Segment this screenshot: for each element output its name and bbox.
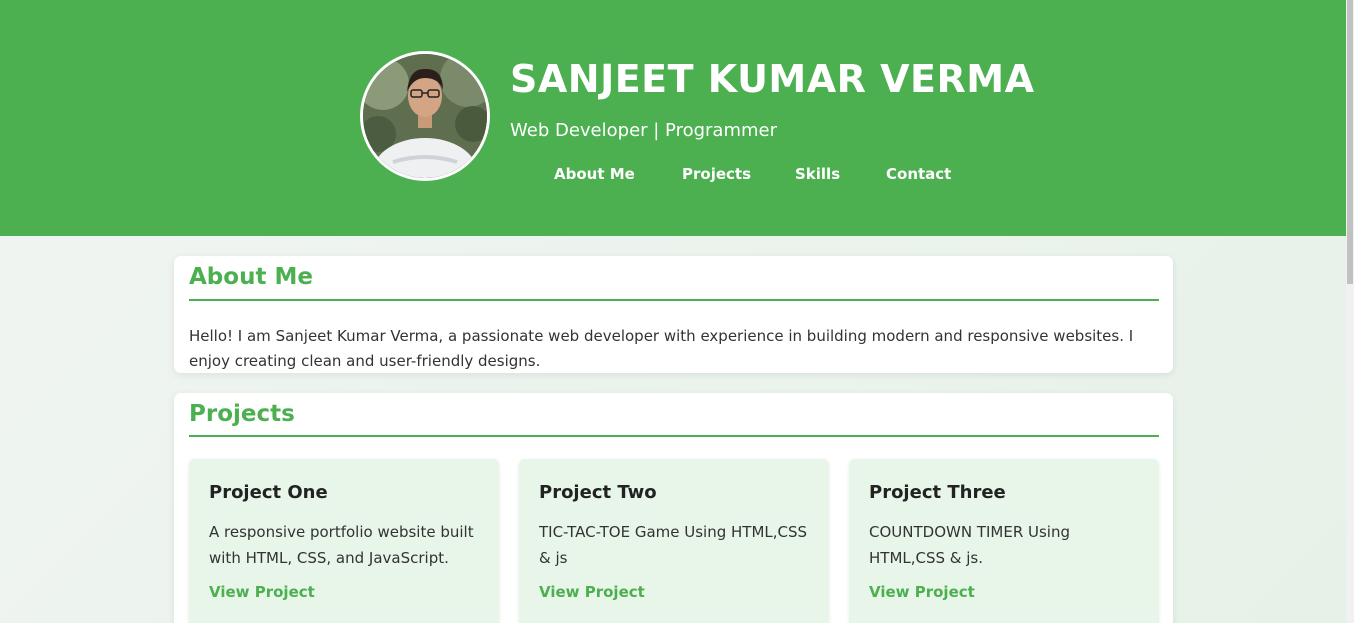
- view-project-link[interactable]: View Project: [869, 582, 975, 602]
- project-description: A responsive portfolio website built wit…: [209, 523, 474, 567]
- projects-section: Projects Project One A responsive portfo…: [174, 393, 1173, 623]
- view-project-link[interactable]: View Project: [539, 582, 645, 602]
- about-section: About Me Hello! I am Sanjeet Kumar Verma…: [174, 256, 1173, 373]
- project-title: Project One: [209, 482, 328, 503]
- vertical-scrollbar[interactable]: [1346, 0, 1354, 623]
- project-description: COUNTDOWN TIMER Using HTML,CSS & js.: [869, 523, 1071, 567]
- project-card: Project Three COUNTDOWN TIMER Using HTML…: [849, 459, 1159, 623]
- nav-link-about[interactable]: About Me: [554, 164, 635, 184]
- nav-link-skills[interactable]: Skills: [795, 164, 840, 184]
- project-card: Project Two TIC-TAC-TOE Game Using HTML,…: [519, 459, 829, 623]
- page-title: SANJEET KUMAR VERMA: [510, 57, 1035, 101]
- about-heading: About Me: [189, 264, 313, 290]
- project-title: Project Three: [869, 482, 1006, 503]
- project-description: TIC-TAC-TOE Game Using HTML,CSS & js: [539, 523, 808, 567]
- project-title: Project Two: [539, 482, 657, 503]
- nav-link-projects[interactable]: Projects: [682, 164, 751, 184]
- project-card: Project One A responsive portfolio websi…: [189, 459, 499, 623]
- tagline: Web Developer | Programmer: [510, 120, 778, 141]
- section-divider: [189, 299, 1159, 301]
- scrollbar-thumb[interactable]: [1347, 0, 1353, 284]
- site-header: SANJEET KUMAR VERMA Web Developer | Prog…: [0, 0, 1346, 236]
- about-text: Hello! I am Sanjeet Kumar Verma, a passi…: [189, 327, 1134, 370]
- nav-link-contact[interactable]: Contact: [886, 164, 951, 184]
- profile-avatar: [360, 51, 490, 181]
- projects-heading: Projects: [189, 401, 295, 427]
- view-project-link[interactable]: View Project: [209, 582, 315, 602]
- section-divider: [189, 435, 1159, 437]
- profile-photo: [363, 54, 487, 178]
